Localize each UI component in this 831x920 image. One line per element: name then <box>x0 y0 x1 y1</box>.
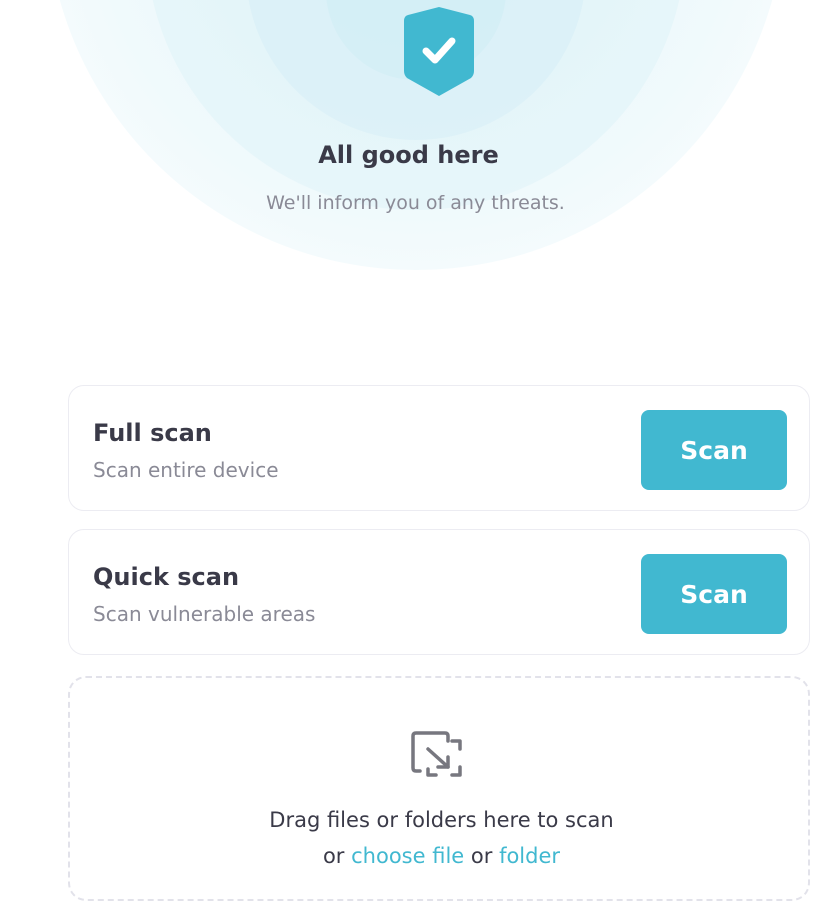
full-scan-card: Full scan Scan entire device Scan <box>68 385 810 511</box>
drop-zone-links: or choose file or folder <box>52 844 831 868</box>
status-subtitle: We'll inform you of any threats. <box>266 192 565 214</box>
full-scan-title: Full scan <box>93 419 212 447</box>
drag-drop-icon <box>411 731 462 777</box>
quick-scan-subtitle: Scan vulnerable areas <box>93 602 316 626</box>
scan-page: All good here We'll inform you of any th… <box>0 0 831 920</box>
or-text: or <box>322 844 345 868</box>
quick-scan-card: Quick scan Scan vulnerable areas Scan <box>68 529 810 655</box>
quick-scan-title: Quick scan <box>93 563 240 591</box>
status-title: All good here <box>318 141 499 169</box>
full-scan-button[interactable]: Scan <box>641 410 787 490</box>
full-scan-subtitle: Scan entire device <box>93 458 279 482</box>
drop-zone-instructions: Drag files or folders here to scan <box>269 808 614 832</box>
choose-folder-link[interactable]: folder <box>499 844 560 868</box>
or-text: or <box>470 844 493 868</box>
choose-file-link[interactable]: choose file <box>351 844 464 868</box>
shield-check-icon <box>404 7 474 96</box>
quick-scan-button[interactable]: Scan <box>641 554 787 634</box>
